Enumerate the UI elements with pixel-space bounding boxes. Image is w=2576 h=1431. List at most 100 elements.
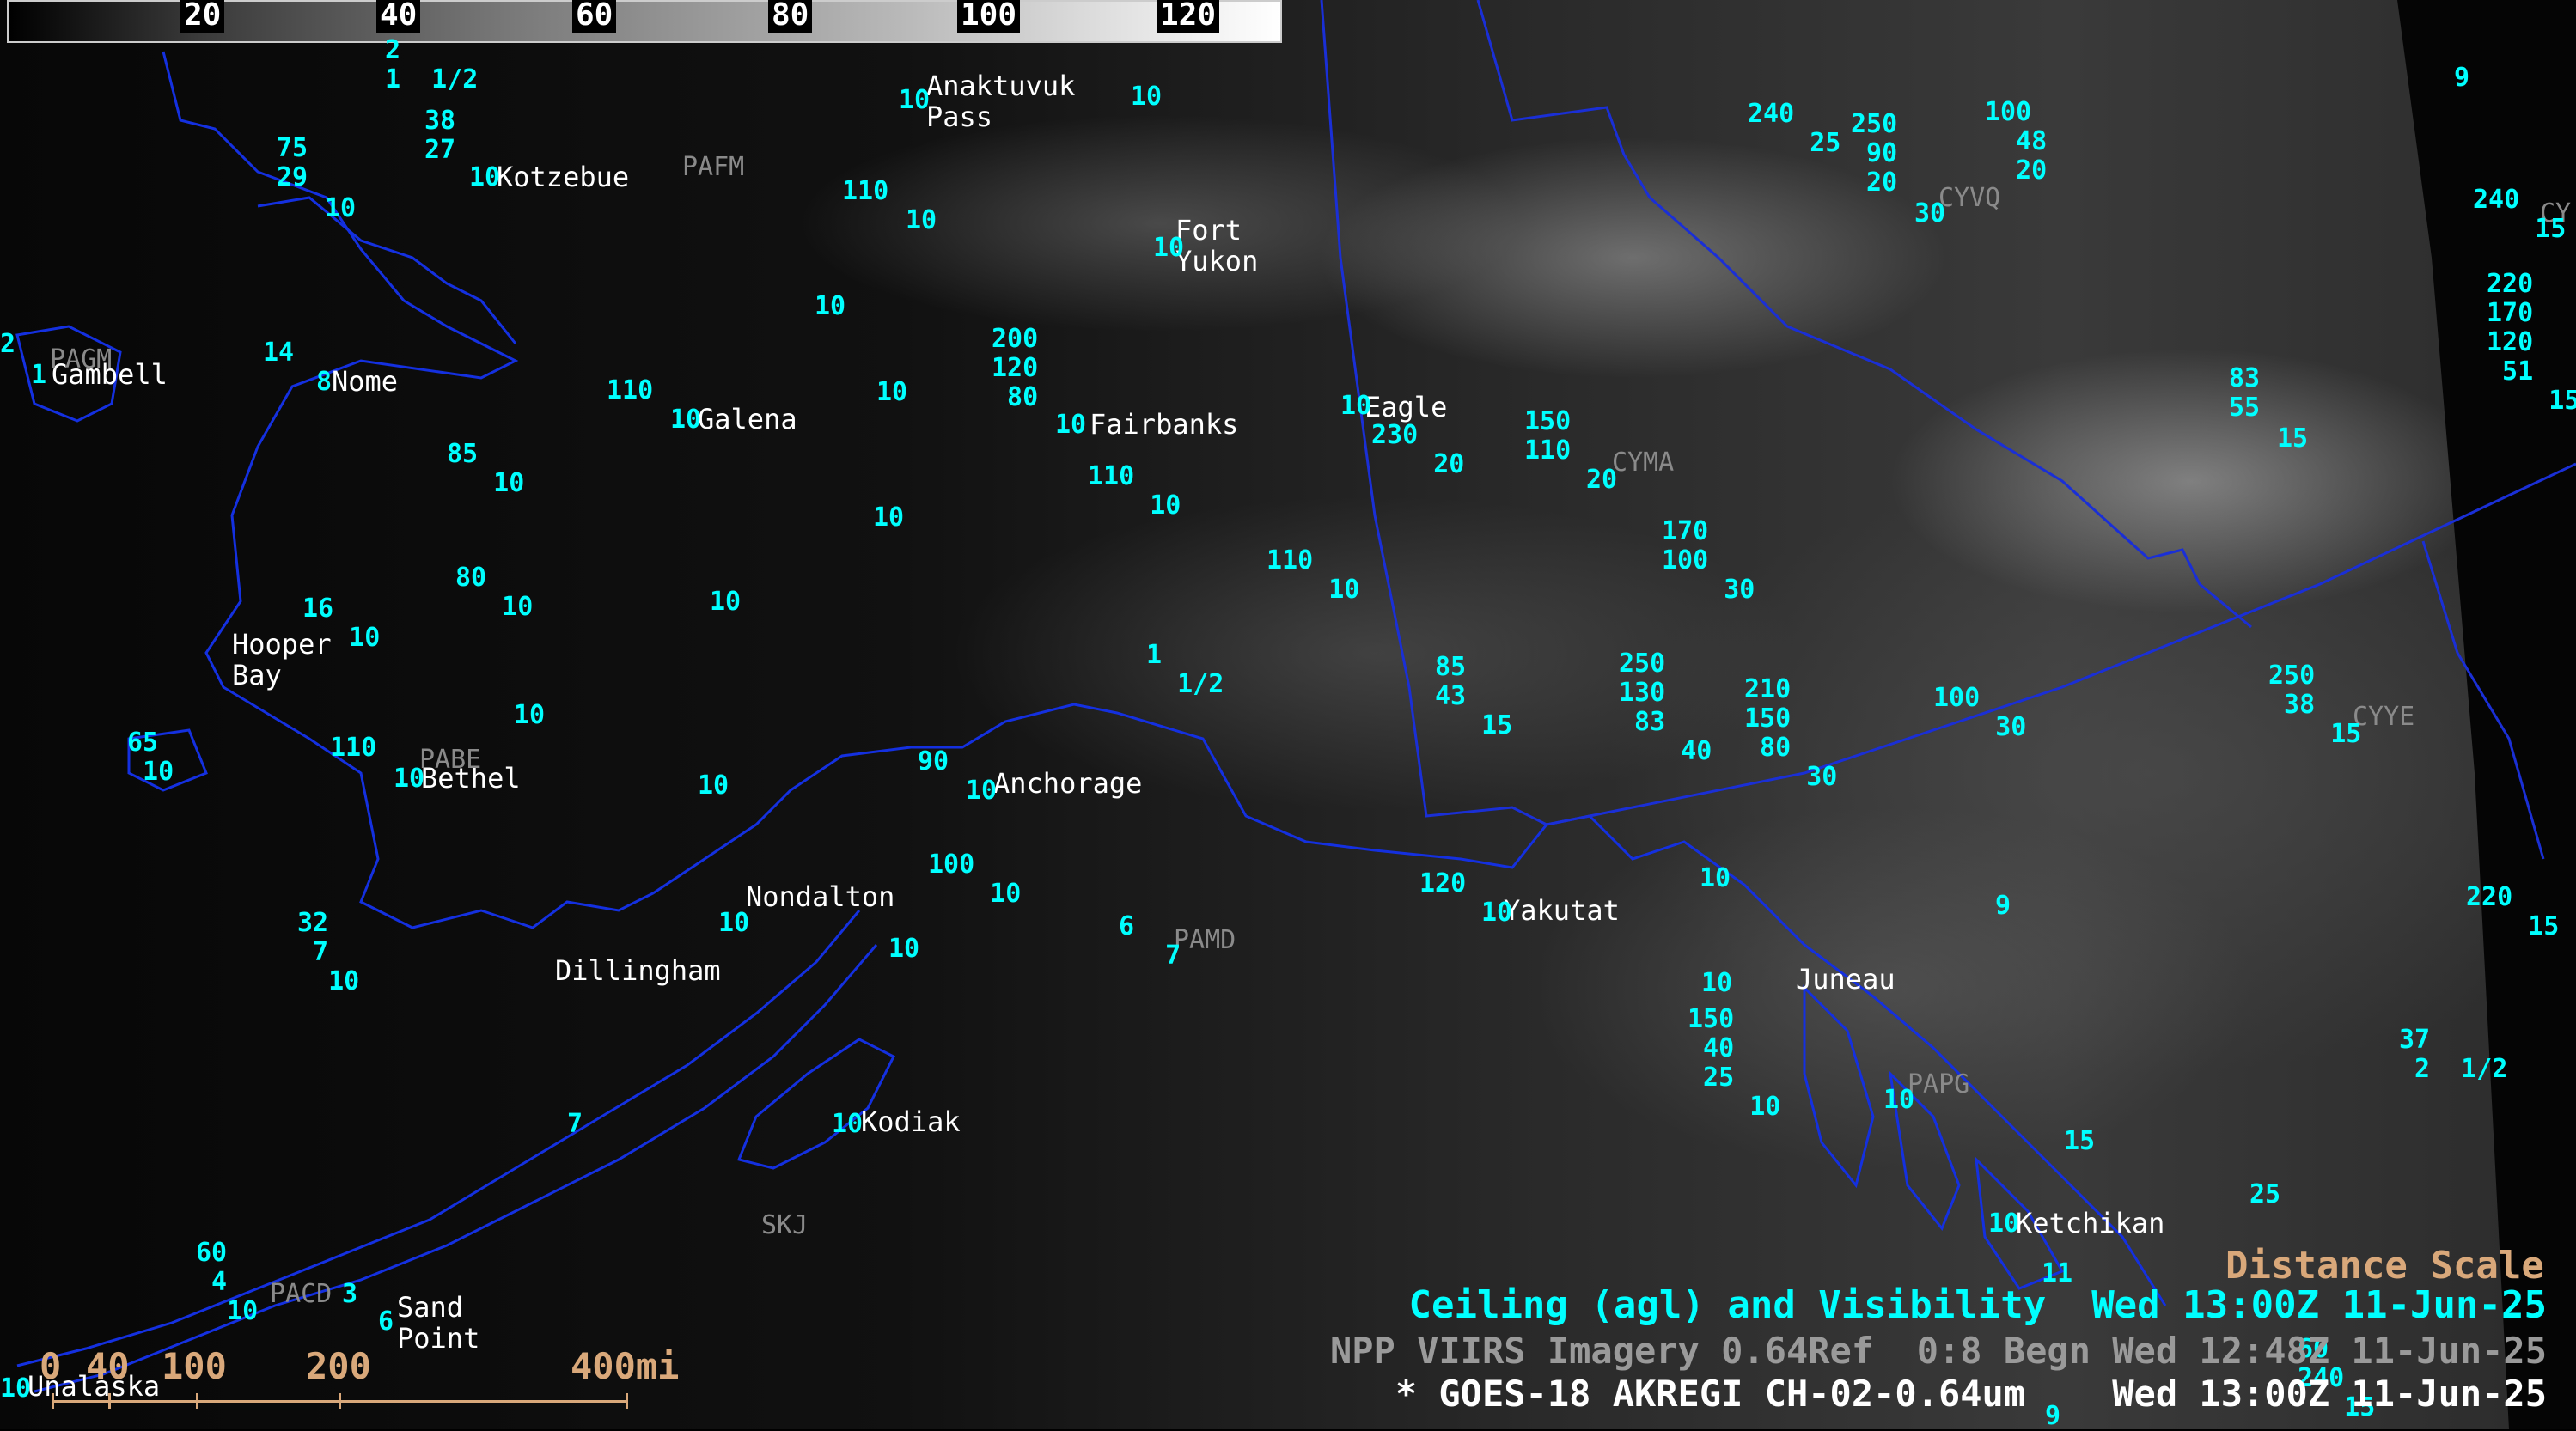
station-obs: 3 xyxy=(342,1279,358,1309)
station-obs: 10 xyxy=(899,85,931,115)
station-obs: 10 xyxy=(1988,1209,2020,1239)
station-obs: 65 10 xyxy=(127,728,174,787)
city-label: Anaktuvuk Pass xyxy=(926,70,1076,133)
station-obs: 10 xyxy=(469,162,501,192)
station-obs: 10 xyxy=(0,1373,32,1404)
station-obs: 14 xyxy=(263,338,295,368)
station-obs: 100 30 xyxy=(1933,683,2027,742)
color-bar: 20 40 60 80 100 120 xyxy=(7,0,1282,43)
station-obs: 10 xyxy=(1883,1085,1915,1115)
colorbar-tick-60: 60 xyxy=(572,0,617,33)
station-obs: 30 xyxy=(1914,198,1946,228)
city-label: Dillingham xyxy=(555,954,721,987)
city-label: Anchorage xyxy=(993,767,1143,800)
station-obs: 32 7 10 xyxy=(297,908,360,996)
station-obs: 2 xyxy=(0,329,16,359)
scale-tick xyxy=(626,1393,628,1409)
station-obs: 120 xyxy=(1419,868,1467,898)
satellite-image xyxy=(0,0,2576,1429)
city-label: Nondalton xyxy=(746,880,895,913)
scale-label-40: 40 xyxy=(86,1345,130,1387)
station-obs: 80 10 xyxy=(455,563,534,622)
station-obs: 10 xyxy=(670,405,702,435)
station-obs: 110 xyxy=(842,176,889,206)
city-label: Yakutat xyxy=(1504,894,1620,927)
station-obs: 10 xyxy=(1700,863,1731,893)
station-obs: 10 xyxy=(325,193,357,223)
station-obs: 90 xyxy=(918,746,949,776)
station-obs: 10 xyxy=(888,934,920,964)
colorbar-tick-20: 20 xyxy=(180,0,225,33)
station-obs: 7 xyxy=(567,1109,583,1139)
station-id: PAFM xyxy=(682,152,745,182)
city-label: Fairbanks xyxy=(1090,408,1239,441)
scale-label-0: 0 xyxy=(40,1345,62,1387)
station-obs: 10 xyxy=(832,1109,864,1139)
station-obs: 10 xyxy=(710,587,742,617)
station-obs: 38 27 xyxy=(424,106,456,165)
station-obs: 6 xyxy=(378,1306,394,1337)
station-id: PACD xyxy=(270,1279,333,1309)
station-obs: 10 xyxy=(815,291,846,321)
scale-label-400mi: 400mi xyxy=(571,1345,680,1387)
station-obs: 85 43 15 xyxy=(1435,652,1513,740)
scale-tick xyxy=(196,1393,198,1409)
distance-scale-title: Distance Scale xyxy=(2225,1244,2544,1288)
scale-tick xyxy=(52,1393,54,1409)
station-obs: 75 29 xyxy=(277,133,308,192)
seward-peninsula xyxy=(257,196,517,344)
city-label: Kodiak xyxy=(861,1105,961,1138)
city-label: Fort Yukon xyxy=(1175,214,1259,277)
station-obs: 9 xyxy=(2454,63,2470,93)
colorbar-tick-40: 40 xyxy=(376,0,421,33)
station-obs: 10 xyxy=(1340,391,1372,421)
right-border xyxy=(2421,540,2545,860)
station-obs: 210 150 80 30 xyxy=(1744,674,1838,792)
station-id: CYVQ xyxy=(1938,183,2001,213)
coastlines xyxy=(15,51,2167,1393)
colorbar-tick-100: 100 xyxy=(957,0,1021,33)
station-id: PAGM xyxy=(50,344,113,374)
station-obs: 20 xyxy=(1586,465,1618,495)
station-obs: 16 10 xyxy=(302,594,381,653)
station-obs: 110 10 xyxy=(1267,545,1360,605)
station-id: PAMD xyxy=(1174,925,1236,955)
station-obs: 1 1/2 xyxy=(1146,640,1224,699)
scale-label-100: 100 xyxy=(162,1345,227,1387)
satellite-title: * GOES-18 AKREGI CH-02-0.64um Wed 13:00Z… xyxy=(1395,1373,2547,1415)
station-obs: 220 170 120 51 15 xyxy=(2487,269,2576,416)
station-obs: 110 xyxy=(330,733,377,763)
station-obs: 110 10 xyxy=(1088,461,1181,521)
station-obs: 100 48 20 xyxy=(1985,97,2048,186)
station-obs: 37 2 1/2 xyxy=(2399,1025,2508,1084)
station-obs: 10 xyxy=(514,700,546,730)
city-label: Sand Point xyxy=(397,1291,480,1355)
scale-tick xyxy=(339,1393,341,1409)
station-obs: 170 100 30 xyxy=(1662,516,1755,605)
station-obs: 2 1 1/2 xyxy=(385,35,479,94)
product-title: Ceiling (agl) and Visibility Wed 13:00Z … xyxy=(1408,1283,2547,1327)
station-obs: 10 xyxy=(876,377,908,407)
station-obs: 10 xyxy=(1131,82,1163,112)
map-overlay xyxy=(15,0,2576,1393)
station-obs: 10 xyxy=(698,770,729,801)
station-obs: 10 xyxy=(873,502,905,533)
colorbar-tick-80: 80 xyxy=(768,0,813,33)
station-obs: 25 xyxy=(2249,1179,2281,1209)
city-label: Nome xyxy=(332,365,399,398)
station-obs: 10 xyxy=(1153,233,1185,263)
station-obs: 220 15 xyxy=(2466,882,2560,941)
station-obs: 150 110 xyxy=(1524,406,1572,466)
station-obs: 10 xyxy=(718,908,750,938)
station-obs: 8 xyxy=(316,367,333,397)
station-obs: 9 xyxy=(1995,891,2011,921)
station-obs: 240 15 xyxy=(2473,185,2567,244)
city-label: Kotzebue xyxy=(497,161,630,193)
station-obs: 10 xyxy=(1481,898,1513,928)
scale-tick xyxy=(108,1393,111,1409)
station-obs: 6 7 xyxy=(1119,911,1181,971)
station-obs: 10 xyxy=(1055,410,1087,440)
station-id: PABE xyxy=(419,745,482,775)
station-obs: 15 xyxy=(2277,423,2309,454)
station-obs: 250 90 20 xyxy=(1851,109,1898,198)
